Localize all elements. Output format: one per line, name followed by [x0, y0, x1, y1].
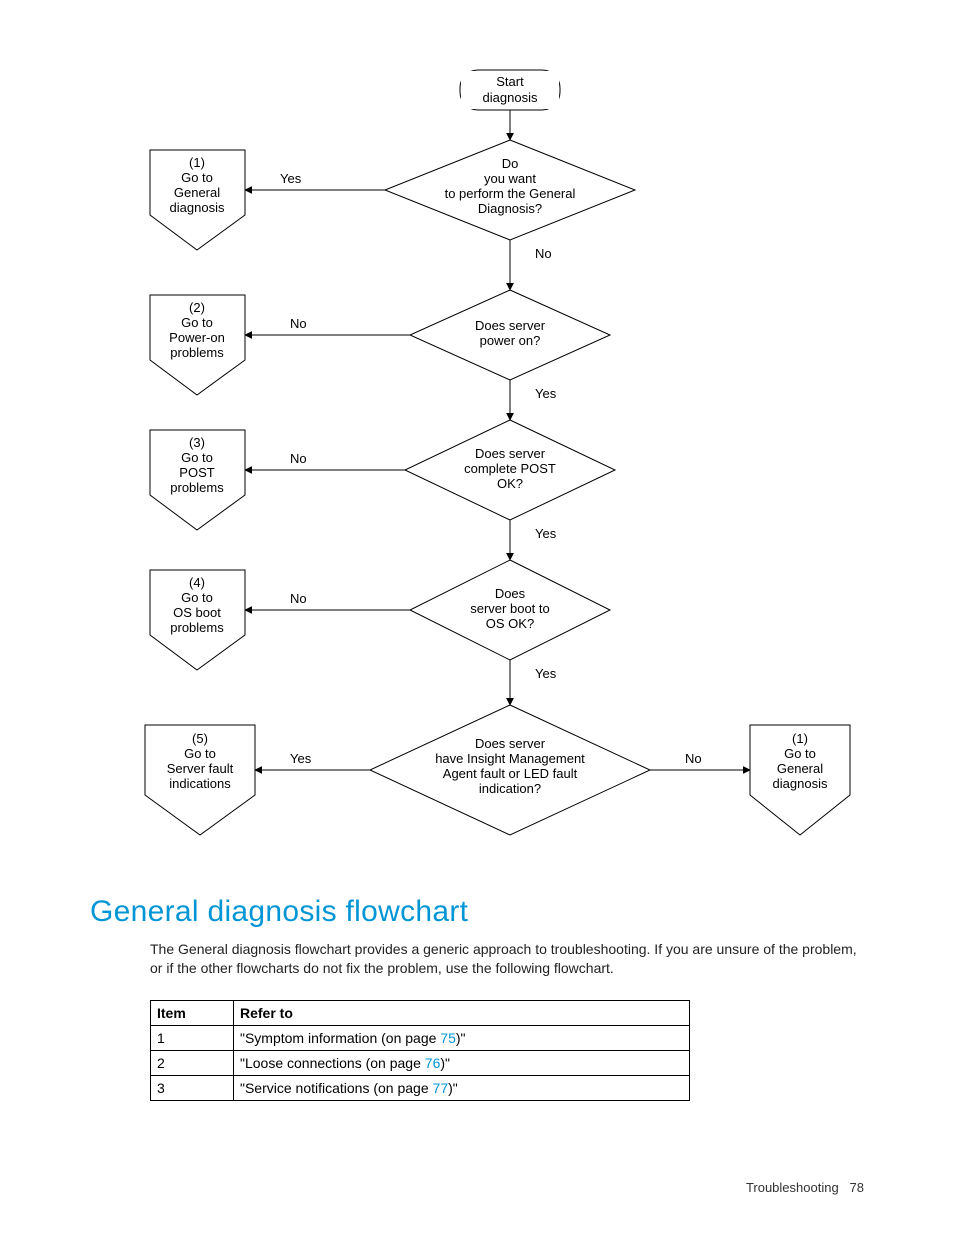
off4-l1: (4) [189, 575, 205, 590]
th-item: Item [151, 1001, 234, 1026]
off2-l3: Power-on [169, 330, 225, 345]
table-row: 2 "Loose connections (on page 76)" [151, 1051, 690, 1076]
off2-l4: problems [170, 345, 224, 360]
d4-l1: Does [495, 586, 526, 601]
off4-l3: OS boot [173, 605, 221, 620]
d4-l3: OS OK? [486, 616, 534, 631]
r1-post: )" [456, 1030, 466, 1046]
off3-l3: POST [179, 465, 214, 480]
d5-yes-label: Yes [290, 751, 312, 766]
d2-l1: Does server [475, 318, 546, 333]
off2-l1: (2) [189, 300, 205, 315]
d5-l4: indication? [479, 781, 541, 796]
svg-text:Start: Start [496, 74, 524, 89]
d3-l1: Does server [475, 446, 546, 461]
off1b-l4: diagnosis [773, 776, 828, 791]
d1-line4: Diagnosis? [478, 201, 542, 216]
off5-l3: Server fault [167, 761, 234, 776]
off2-l2: Go to [181, 315, 213, 330]
r1-pre: "Symptom information (on page [240, 1030, 440, 1046]
section-heading: General diagnosis flowchart [90, 895, 468, 929]
d5-l1: Does server [475, 736, 546, 751]
d1-line3: to perform the General [445, 186, 576, 201]
cell-refer: "Loose connections (on page 76)" [234, 1051, 690, 1076]
th-refer: Refer to [234, 1001, 690, 1026]
d5-l3: Agent fault or LED fault [443, 766, 578, 781]
page-link[interactable]: 76 [425, 1055, 441, 1071]
cell-refer: "Service notifications (on page 77)" [234, 1076, 690, 1101]
table-row: 3 "Service notifications (on page 77)" [151, 1076, 690, 1101]
d1-line1: Do [502, 156, 519, 171]
off1-l4: diagnosis [170, 200, 225, 215]
page-link[interactable]: 77 [433, 1080, 449, 1096]
svg-text:diagnosis: diagnosis [483, 90, 538, 105]
table-row: 1 "Symptom information (on page 75)" [151, 1026, 690, 1051]
off5-l1: (5) [192, 731, 208, 746]
off5-l2: Go to [184, 746, 216, 761]
cell-item: 2 [151, 1051, 234, 1076]
off1b-l1: (1) [792, 731, 808, 746]
cell-item: 3 [151, 1076, 234, 1101]
off3-l4: problems [170, 480, 224, 495]
cell-refer: "Symptom information (on page 75)" [234, 1026, 690, 1051]
diagnosis-flowchart: Start diagnosis Start diagnosis Do you w… [90, 60, 890, 860]
off4-l2: Go to [181, 590, 213, 605]
d3-l2: complete POST [464, 461, 556, 476]
off1-l2: Go to [181, 170, 213, 185]
d2-no-label: No [290, 316, 307, 331]
footer-section: Troubleshooting [746, 1180, 839, 1195]
d4-no-label: No [290, 591, 307, 606]
off1-l3: General [174, 185, 220, 200]
off1-l1: (1) [189, 155, 205, 170]
page-footer: Troubleshooting 78 [746, 1180, 864, 1195]
d1-yes-label: Yes [280, 171, 302, 186]
off1b-l2: Go to [784, 746, 816, 761]
off3-l1: (3) [189, 435, 205, 450]
d3-yes-label: Yes [535, 526, 557, 541]
d2-l2: power on? [480, 333, 541, 348]
d5-l2: have Insight Management [435, 751, 585, 766]
page-link[interactable]: 75 [440, 1030, 456, 1046]
d1-no-label: No [535, 246, 552, 261]
d3-l3: OK? [497, 476, 523, 491]
refer-table: Item Refer to 1 "Symptom information (on… [150, 1000, 690, 1101]
off1b-l3: General [777, 761, 823, 776]
off5-l4: indications [169, 776, 231, 791]
off4-l4: problems [170, 620, 224, 635]
off3-l2: Go to [181, 450, 213, 465]
footer-page: 78 [850, 1180, 864, 1195]
d5-no-label: No [685, 751, 702, 766]
d4-yes-label: Yes [535, 666, 557, 681]
r2-post: )" [440, 1055, 450, 1071]
d2-yes-label: Yes [535, 386, 557, 401]
section-paragraph: The General diagnosis flowchart provides… [150, 940, 860, 978]
d1-line2: you want [484, 171, 536, 186]
r3-post: )" [448, 1080, 458, 1096]
d4-l2: server boot to [470, 601, 550, 616]
r3-pre: "Service notifications (on page [240, 1080, 433, 1096]
r2-pre: "Loose connections (on page [240, 1055, 425, 1071]
d3-no-label: No [290, 451, 307, 466]
cell-item: 1 [151, 1026, 234, 1051]
